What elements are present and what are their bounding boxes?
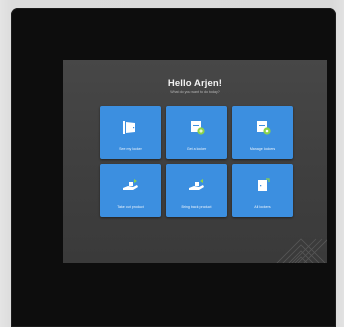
bring-back-product-icon xyxy=(187,177,206,194)
decorative-pattern xyxy=(276,238,327,263)
see-my-locker-tile[interactable]: See my locker xyxy=(100,106,161,159)
locker-add-icon xyxy=(187,119,206,136)
all-lockers-icon xyxy=(253,177,272,194)
locker-door-icon xyxy=(121,119,140,136)
all-lockers-label: All lockers xyxy=(254,205,271,209)
photo-scene: Hello Arjen! What do you want to do toda… xyxy=(0,0,344,327)
get-a-locker-label: Get a locker xyxy=(186,147,207,151)
kiosk-device: Hello Arjen! What do you want to do toda… xyxy=(11,8,336,327)
manage-lockers-label: Manage lockers xyxy=(249,147,276,151)
all-lockers-tile[interactable]: All lockers xyxy=(232,164,293,217)
bring-back-product-tile[interactable]: Bring back product xyxy=(166,164,227,217)
take-out-product-label: Take out product xyxy=(117,205,144,209)
greeting-subtitle: What do you want to do today? xyxy=(170,90,220,94)
kiosk-screen: Hello Arjen! What do you want to do toda… xyxy=(63,60,327,263)
take-out-product-tile[interactable]: Take out product xyxy=(100,164,161,217)
manage-lockers-tile[interactable]: Manage lockers xyxy=(232,106,293,159)
take-out-product-icon xyxy=(121,177,140,194)
greeting-title: Hello Arjen! xyxy=(167,78,223,89)
locker-settings-icon xyxy=(253,119,272,136)
get-a-locker-tile[interactable]: Get a locker xyxy=(166,106,227,159)
bring-back-product-label: Bring back product xyxy=(181,205,212,209)
see-my-locker-label: See my locker xyxy=(119,147,142,151)
